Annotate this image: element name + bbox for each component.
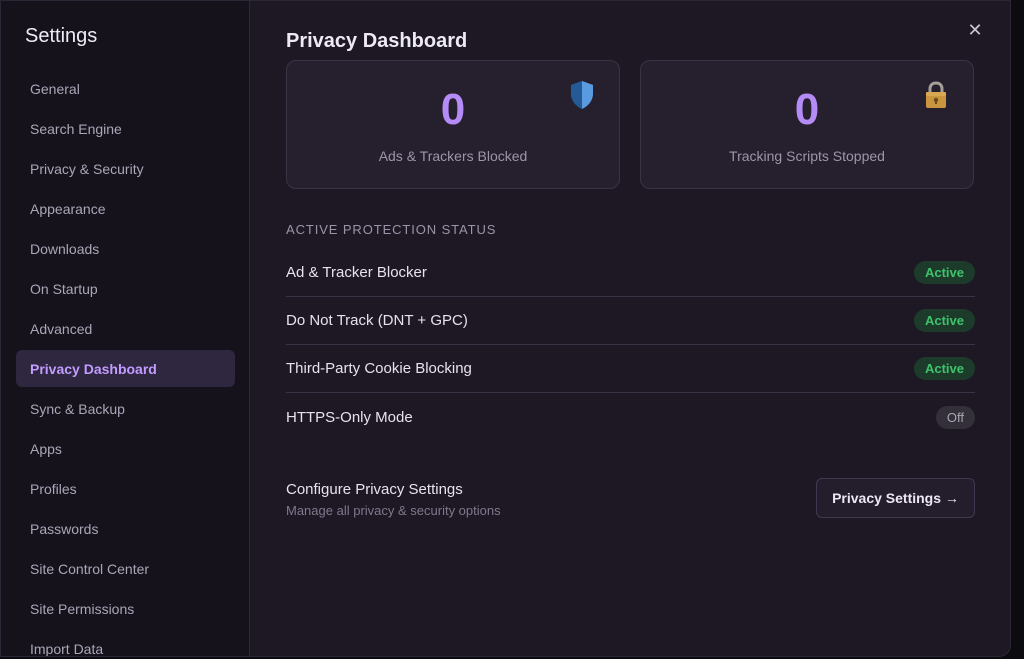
sidebar-item-general[interactable]: General: [16, 70, 235, 107]
sidebar-title: Settings: [25, 25, 98, 47]
sidebar-item-apps[interactable]: Apps: [16, 430, 235, 467]
status-row-ad-tracker-blocker: Ad & Tracker Blocker Active: [286, 249, 975, 297]
status-row-do-not-track: Do Not Track (DNT + GPC) Active: [286, 297, 975, 345]
status-name: Third-Party Cookie Blocking: [286, 360, 472, 377]
sidebar-nav: General Search Engine Privacy & Security…: [16, 70, 235, 656]
sidebar-item-site-control-center[interactable]: Site Control Center: [16, 550, 235, 587]
close-icon[interactable]: ✕: [964, 19, 986, 41]
status-badge: Active: [913, 309, 975, 332]
sidebar: Settings General Search Engine Privacy &…: [1, 1, 250, 656]
status-name: Do Not Track (DNT + GPC): [286, 312, 468, 329]
configure-section: Configure Privacy Settings Manage all pr…: [286, 481, 501, 518]
status-row-https-only-mode: HTTPS-Only Mode Off: [286, 393, 975, 441]
status-badge: Active: [913, 261, 975, 284]
stat-card-tracking-scripts: 0 Tracking Scripts Stopped: [640, 60, 974, 189]
sidebar-item-import-data[interactable]: Import Data: [16, 630, 235, 657]
settings-window: Settings General Search Engine Privacy &…: [0, 0, 1011, 657]
privacy-settings-button[interactable]: Privacy Settings →: [816, 478, 975, 518]
status-name: HTTPS-Only Mode: [286, 408, 413, 426]
sidebar-item-advanced[interactable]: Advanced: [16, 310, 235, 347]
main-panel: Privacy Dashboard 0 Ads & Trackers Block…: [250, 1, 1010, 656]
stat-value: 0: [794, 85, 820, 134]
sidebar-item-profiles[interactable]: Profiles: [16, 470, 235, 507]
sidebar-item-privacy-dashboard[interactable]: Privacy Dashboard: [16, 350, 235, 387]
sidebar-item-downloads[interactable]: Downloads: [16, 230, 235, 267]
status-badge: Off: [935, 405, 975, 429]
configure-title: Configure Privacy Settings: [286, 481, 463, 498]
protection-status-list: Ad & Tracker Blocker Active Do Not Track…: [286, 249, 975, 441]
status-row-third-party-cookie-blocking: Third-Party Cookie Blocking Active: [286, 345, 975, 393]
sidebar-item-sync-backup[interactable]: Sync & Backup: [16, 390, 235, 427]
sidebar-item-site-permissions[interactable]: Site Permissions: [16, 590, 235, 627]
sidebar-item-appearance[interactable]: Appearance: [16, 190, 235, 227]
page-title: Privacy Dashboard: [286, 30, 468, 52]
status-badge: Active: [913, 357, 975, 380]
stat-label: Ads & Trackers Blocked: [378, 148, 528, 164]
stat-card-ads-trackers: 0 Ads & Trackers Blocked: [286, 60, 620, 189]
section-label: ACTIVE PROTECTION STATUS: [286, 222, 497, 237]
stat-label: Tracking Scripts Stopped: [729, 148, 885, 164]
sidebar-item-search-engine[interactable]: Search Engine: [16, 110, 235, 147]
status-name: Ad & Tracker Blocker: [286, 264, 427, 281]
configure-subtitle: Manage all privacy & security options: [286, 503, 501, 518]
sidebar-item-passwords[interactable]: Passwords: [16, 510, 235, 547]
stat-value: 0: [440, 85, 466, 134]
sidebar-item-on-startup[interactable]: On Startup: [16, 270, 235, 307]
sidebar-item-privacy-security[interactable]: Privacy & Security: [16, 150, 235, 187]
